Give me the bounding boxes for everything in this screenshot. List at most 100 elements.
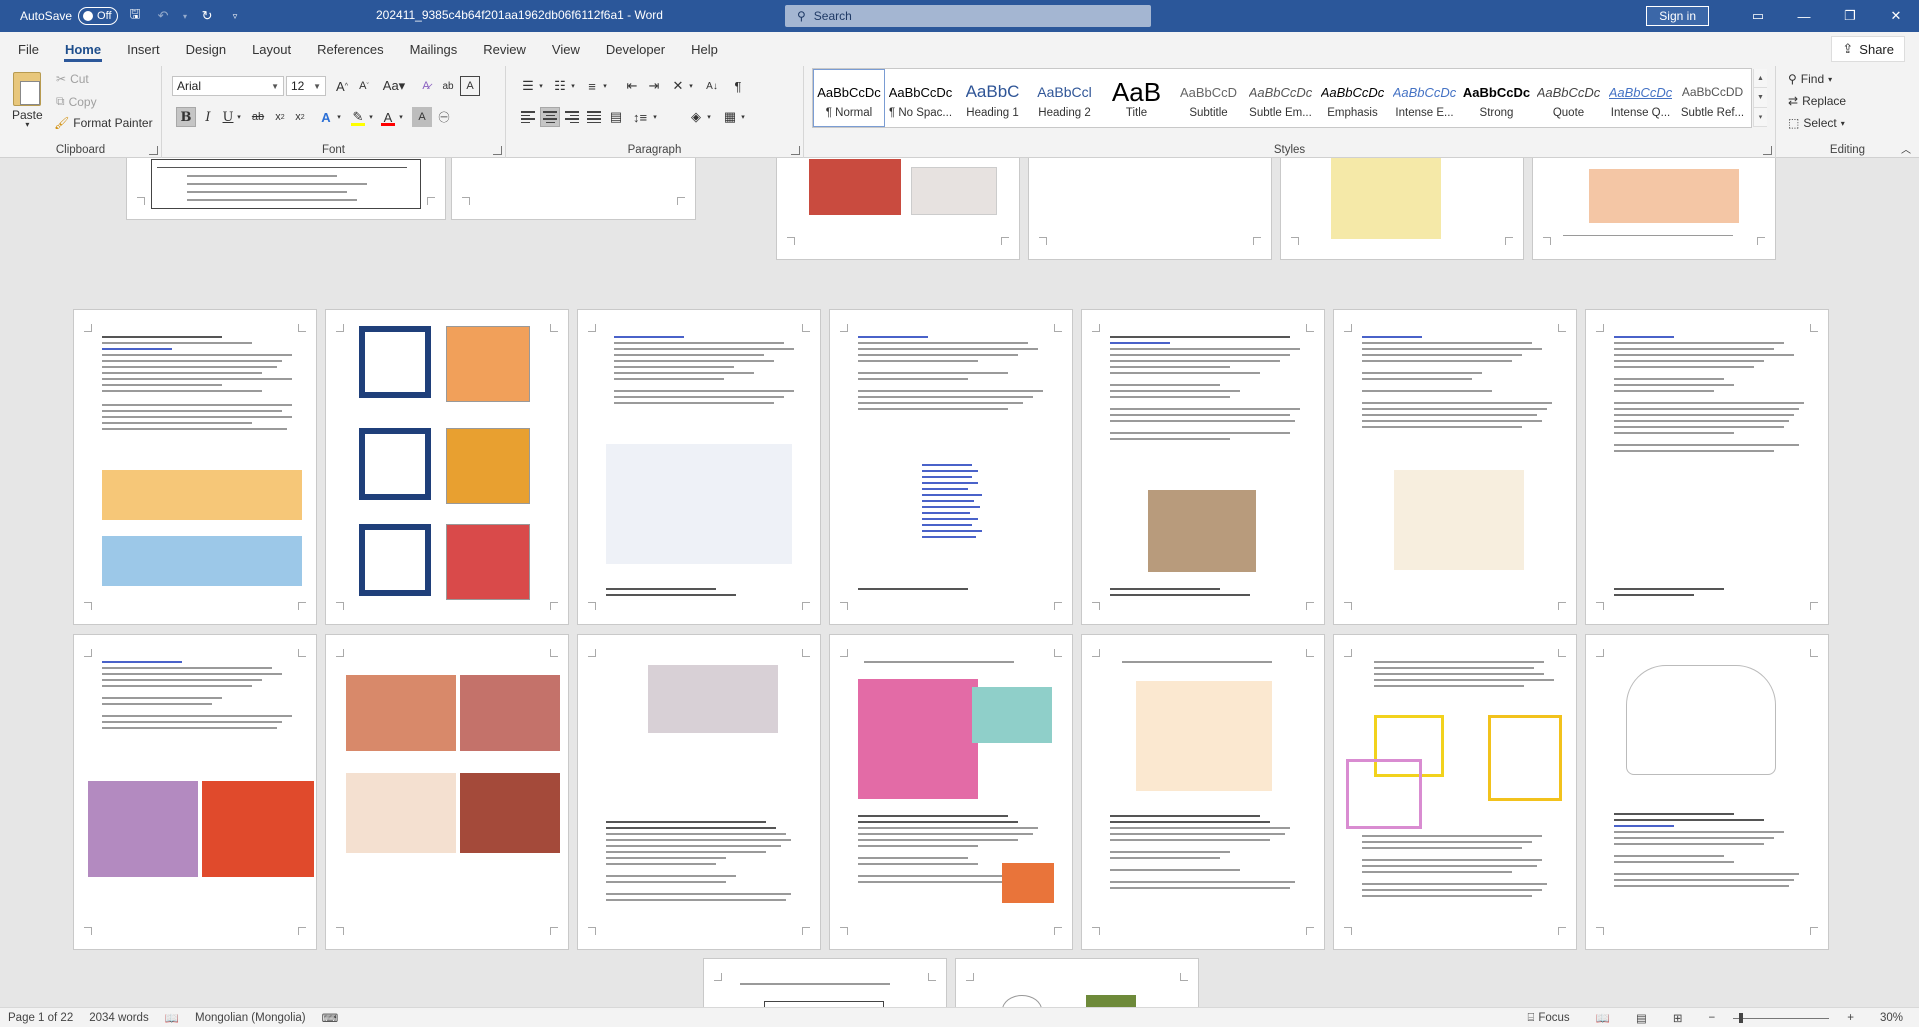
page-thumbnail[interactable]	[1081, 309, 1325, 625]
page-thumbnail[interactable]	[126, 158, 446, 220]
line-spacing-icon[interactable]: ↕≡	[630, 107, 650, 127]
tab-help[interactable]: Help	[678, 32, 731, 66]
shading-icon[interactable]: ◈	[686, 107, 706, 127]
page-thumbnail[interactable]	[1280, 158, 1524, 260]
styles-scroll-up-icon[interactable]: ▲	[1754, 69, 1767, 89]
italic-icon[interactable]: I	[198, 107, 218, 127]
page-thumbnail[interactable]	[577, 309, 821, 625]
align-center-icon[interactable]	[540, 107, 560, 127]
style-emphasis[interactable]: AaBbCcDc Emphasis	[1317, 69, 1389, 127]
close-icon[interactable]: ✕	[1873, 0, 1919, 32]
font-launcher-icon[interactable]	[493, 146, 502, 155]
search-box[interactable]: ⚲ Search	[785, 5, 1151, 27]
styles-scroll-down-icon[interactable]: ▼	[1754, 88, 1767, 108]
page-thumbnail[interactable]	[776, 158, 1020, 260]
page-thumbnail[interactable]	[1081, 634, 1325, 950]
language-indicator[interactable]: Mongolian (Mongolia)	[187, 1012, 314, 1024]
page-thumbnail[interactable]	[325, 634, 569, 950]
style-strong[interactable]: AaBbCcDc Strong	[1461, 69, 1533, 127]
style-subtle-reference[interactable]: AaBbCcDD Subtle Ref...	[1677, 69, 1749, 127]
bullets-icon[interactable]: ☰	[518, 76, 538, 96]
bullets-dropdown-icon[interactable]: ▾	[536, 76, 546, 96]
align-left-icon[interactable]	[518, 107, 538, 127]
font-color-icon[interactable]: A	[378, 107, 398, 127]
undo-icon[interactable]: ↶	[152, 5, 174, 27]
chinese-layout-dropdown-icon[interactable]: ▾	[686, 76, 696, 96]
highlight-icon[interactable]: ✎	[348, 107, 368, 127]
page-thumbnail[interactable]	[1585, 309, 1829, 625]
page-thumbnail[interactable]	[1585, 634, 1829, 950]
web-layout-icon[interactable]: ⊞	[1665, 1011, 1691, 1025]
style-subtle-emphasis[interactable]: AaBbCcDc Subtle Em...	[1245, 69, 1317, 127]
highlight-dropdown-icon[interactable]: ▾	[366, 107, 376, 127]
redo-icon[interactable]: ↻	[196, 5, 218, 27]
page-thumbnail[interactable]	[451, 158, 696, 220]
tab-layout[interactable]: Layout	[239, 32, 304, 66]
tab-design[interactable]: Design	[173, 32, 239, 66]
zoom-level[interactable]: 30%	[1872, 1012, 1911, 1024]
focus-button[interactable]: ⌸ Focus	[1519, 1012, 1577, 1025]
borders-dropdown-icon[interactable]: ▾	[738, 107, 748, 127]
style-intense-quote[interactable]: AaBbCcDc Intense Q...	[1605, 69, 1677, 127]
page-thumbnail[interactable]	[1028, 158, 1272, 260]
clear-formatting-icon[interactable]: A̷	[416, 76, 436, 96]
page-thumbnail[interactable]	[1532, 158, 1776, 260]
font-name-combo[interactable]: Arial ▼	[172, 76, 284, 96]
restore-icon[interactable]: ❐	[1827, 0, 1873, 32]
font-color-dropdown-icon[interactable]: ▾	[396, 107, 406, 127]
replace-button[interactable]: ⇄ Replace	[1788, 94, 1846, 108]
tab-insert[interactable]: Insert	[114, 32, 173, 66]
document-area[interactable]	[0, 158, 1919, 1007]
increase-indent-icon[interactable]: ⇥	[644, 76, 664, 96]
show-hide-marks-icon[interactable]: ¶	[728, 76, 748, 96]
undo-dropdown-icon[interactable]: ▾	[180, 5, 190, 27]
style-normal[interactable]: AaBbCcDc ¶ Normal	[813, 69, 885, 127]
character-shading-icon[interactable]: A	[412, 107, 432, 127]
zoom-slider-thumb[interactable]	[1739, 1012, 1744, 1023]
enclose-characters-icon[interactable]: ㊀	[434, 107, 454, 127]
page-thumbnail[interactable]	[1333, 634, 1577, 950]
find-button[interactable]: ⚲ Find ▾	[1788, 72, 1832, 86]
collapse-ribbon-icon[interactable]: ︿	[1901, 141, 1911, 156]
select-button[interactable]: ⬚ Select ▾	[1788, 116, 1845, 130]
format-painter-button[interactable]: 🖌 Format Painter	[54, 116, 153, 130]
sign-in-button[interactable]: Sign in	[1646, 6, 1709, 26]
page-thumbnail[interactable]	[829, 634, 1073, 950]
tab-references[interactable]: References	[304, 32, 396, 66]
shading-dropdown-icon[interactable]: ▾	[704, 107, 714, 127]
tab-review[interactable]: Review	[470, 32, 539, 66]
share-button[interactable]: ⇪ Share	[1831, 36, 1905, 62]
shrink-font-icon[interactable]: Aˇ	[354, 76, 374, 96]
align-right-icon[interactable]	[562, 107, 582, 127]
style-heading-1[interactable]: AaBbC Heading 1	[957, 69, 1029, 127]
page-thumbnail[interactable]	[325, 309, 569, 625]
page-count[interactable]: Page 1 of 22	[0, 1012, 81, 1024]
multilevel-list-icon[interactable]: ≡	[582, 76, 602, 96]
autosave-toggle[interactable]: Off	[78, 7, 119, 25]
character-border-icon[interactable]: A	[460, 76, 480, 96]
page-thumbnail[interactable]	[829, 309, 1073, 625]
grow-font-icon[interactable]: A ^	[332, 76, 352, 96]
phonetic-guide-icon[interactable]: ab	[438, 76, 458, 96]
page-thumbnail[interactable]	[73, 309, 317, 625]
numbering-icon[interactable]: ☷	[550, 76, 570, 96]
distributed-icon[interactable]: ▤	[606, 107, 626, 127]
strikethrough-icon[interactable]: ab	[248, 107, 268, 127]
style-quote[interactable]: AaBbCcDc Quote	[1533, 69, 1605, 127]
zoom-out-icon[interactable]: −	[1701, 1012, 1724, 1024]
tab-view[interactable]: View	[539, 32, 593, 66]
ribbon-display-options-icon[interactable]: ▭	[1735, 0, 1781, 32]
justify-icon[interactable]	[584, 107, 604, 127]
clipboard-launcher-icon[interactable]	[149, 146, 158, 155]
tab-home[interactable]: Home	[52, 32, 114, 66]
zoom-slider[interactable]	[1733, 1012, 1830, 1023]
tab-file[interactable]: File	[0, 32, 52, 66]
chinese-layout-icon[interactable]: ✕	[668, 76, 688, 96]
page-thumbnail[interactable]	[73, 634, 317, 950]
bold-icon[interactable]: B	[176, 107, 196, 127]
zoom-in-icon[interactable]: +	[1839, 1012, 1862, 1024]
customize-toolbar-icon[interactable]: ▿	[224, 5, 246, 27]
tab-developer[interactable]: Developer	[593, 32, 678, 66]
minimize-icon[interactable]: —	[1781, 0, 1827, 32]
tab-mailings[interactable]: Mailings	[397, 32, 471, 66]
